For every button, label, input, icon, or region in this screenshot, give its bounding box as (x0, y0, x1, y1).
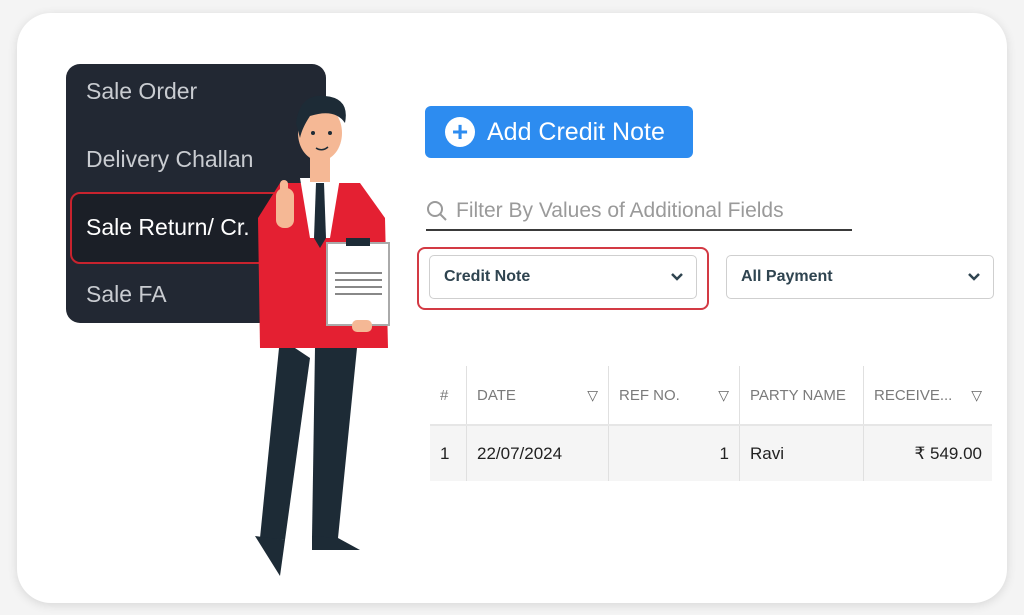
credit-note-table: # DATE ▽ REF NO. ▽ PARTY NAME RECEIVE... ▽ … (430, 366, 992, 481)
search-placeholder: Filter By Values of Additional Fields (456, 199, 784, 222)
businessman-illustration (255, 95, 390, 576)
table-row[interactable]: 1 22/07/2024 1 Ravi ₹ 549.00 (430, 426, 992, 481)
chevron-down-icon (968, 273, 980, 281)
menu-item-sale-order[interactable]: Sale Order (86, 78, 197, 105)
type-select-value: Credit Note (444, 268, 531, 285)
column-header-date[interactable]: DATE ▽ (467, 366, 609, 424)
add-credit-note-label: Add Credit Note (487, 117, 665, 146)
filter-icon[interactable]: ▽ (971, 387, 982, 404)
column-label: REF NO. (619, 386, 680, 404)
column-label: RECEIVE... (874, 386, 953, 404)
add-credit-note-button[interactable]: + Add Credit Note (425, 106, 693, 158)
column-header-party-name[interactable]: PARTY NAME (740, 366, 864, 424)
cell-received: ₹ 549.00 (914, 443, 982, 463)
column-header-ref-no[interactable]: REF NO. ▽ (609, 366, 740, 424)
filter-icon[interactable]: ▽ (587, 387, 598, 404)
payment-select-value: All Payment (741, 268, 833, 285)
additional-fields-filter-input[interactable]: Filter By Values of Additional Fields (426, 193, 852, 231)
filter-icon[interactable]: ▽ (718, 387, 729, 404)
column-label: DATE (477, 386, 516, 404)
cell-party-name: Ravi (740, 426, 864, 481)
plus-circle-icon: + (445, 117, 475, 147)
column-header-received[interactable]: RECEIVE... ▽ (864, 366, 992, 424)
menu-item-sale-fa[interactable]: Sale FA (86, 281, 167, 308)
column-header-index: # (430, 366, 467, 424)
type-select[interactable]: Credit Note (429, 255, 697, 299)
cell-index: 1 (430, 426, 467, 481)
column-label: # (440, 386, 449, 404)
column-label: PARTY NAME (750, 386, 846, 404)
search-icon (427, 201, 447, 221)
menu-item-delivery-challan[interactable]: Delivery Challan (86, 146, 253, 173)
chevron-down-icon (671, 273, 683, 281)
payment-select[interactable]: All Payment (726, 255, 994, 299)
table-header-row: # DATE ▽ REF NO. ▽ PARTY NAME RECEIVE... ▽ (430, 366, 992, 426)
cell-date: 22/07/2024 (467, 426, 609, 481)
menu-item-sale-return[interactable]: Sale Return/ Cr. (86, 214, 250, 241)
cell-ref-no: 1 (609, 426, 740, 481)
